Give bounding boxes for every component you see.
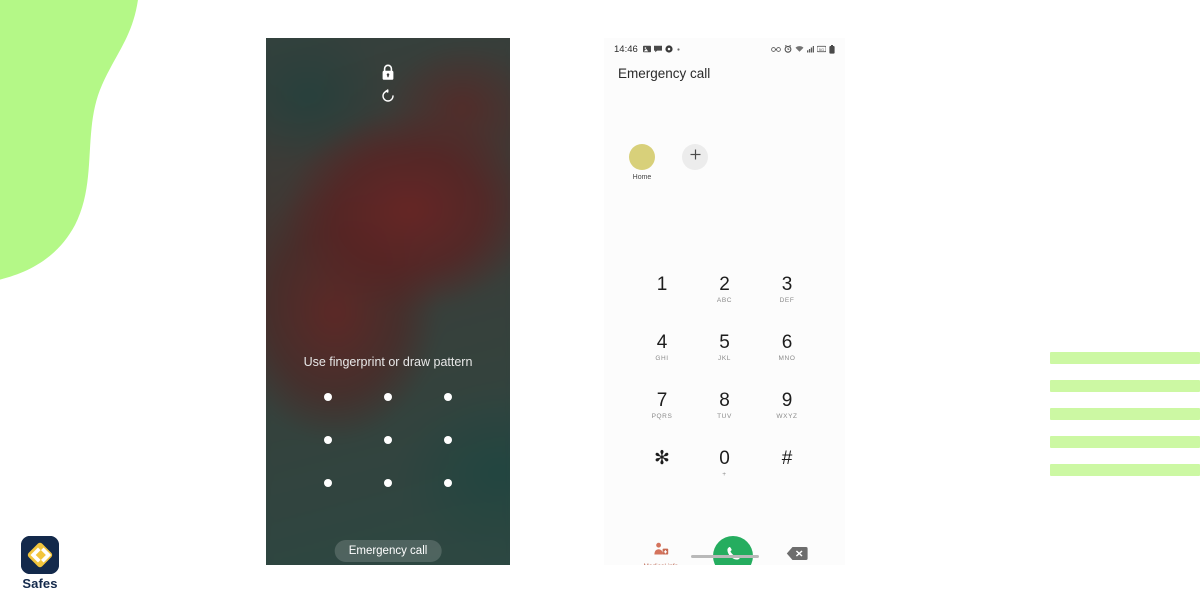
status-bar: 14:46 5G: [604, 38, 845, 60]
dialpad-key-3[interactable]: 3 DEF: [759, 266, 815, 314]
message-icon: [653, 45, 662, 53]
dialpad-key-digit: 3: [781, 274, 793, 295]
battery-icon: [829, 44, 835, 54]
dialpad-key-digit: 0: [719, 448, 730, 469]
medical-info-button[interactable]: Medical info: [632, 542, 690, 565]
dialpad-key-1[interactable]: 1: [634, 266, 690, 314]
dialpad-key-digit: 9: [781, 390, 793, 411]
pattern-row[interactable]: [324, 393, 452, 401]
backspace-icon: [786, 546, 808, 565]
glasses-icon: [771, 46, 781, 53]
pattern-dot-grid[interactable]: [266, 393, 510, 487]
contact-label: Home: [632, 174, 652, 181]
decor-bar: [1050, 352, 1200, 364]
rotate-refresh-icon[interactable]: [266, 88, 510, 104]
decor-bar: [1050, 436, 1200, 448]
dialpad-key-7[interactable]: 7 PQRS: [634, 382, 690, 430]
gesture-home-bar[interactable]: [690, 555, 759, 558]
pattern-dot[interactable]: [444, 393, 452, 401]
pattern-dot[interactable]: [444, 479, 452, 487]
dialpad-row: ✻ 0 + #: [634, 440, 815, 488]
safes-diamond-chevron-logo-icon: [21, 536, 59, 574]
image-icon: [642, 45, 651, 53]
status-bar-clock: 14:46: [614, 43, 638, 55]
svg-text:5G: 5G: [819, 47, 824, 52]
dialpad-row: 1 2 ABC 3 DEF: [634, 266, 815, 314]
dot-icon: [676, 47, 681, 52]
dialpad-key-letters: ABC: [716, 297, 733, 304]
dialpad-key-digit: 2: [719, 274, 730, 295]
dialpad-key-6[interactable]: 6 MNO: [759, 324, 815, 372]
page-title: Emergency call: [618, 66, 711, 81]
dialpad-key-digit: ✻: [654, 448, 670, 469]
dialpad-key-star[interactable]: ✻: [634, 440, 690, 488]
pattern-dot[interactable]: [384, 436, 392, 444]
dialpad-key-letters: JKL: [717, 355, 731, 362]
dialpad-key-digit: 5: [719, 332, 730, 353]
emergency-contacts-row: Home: [620, 144, 708, 181]
dialpad-key-letters: GHI: [655, 355, 669, 362]
status-bar-right: 5G: [771, 44, 835, 54]
dialpad-key-letters: PQRS: [651, 413, 673, 420]
dialpad-key-letters: +: [722, 471, 727, 478]
pattern-dot[interactable]: [324, 393, 332, 401]
dialpad-key-digit: 6: [781, 332, 793, 353]
pattern-dot[interactable]: [324, 479, 332, 487]
dialpad-key-9[interactable]: 9 WXYZ: [759, 382, 815, 430]
medical-person-icon: [653, 542, 669, 560]
dialpad-key-0[interactable]: 0 +: [697, 440, 753, 488]
decor-bar: [1050, 408, 1200, 420]
dialpad-key-8[interactable]: 8 TUV: [697, 382, 753, 430]
alarm-icon: [784, 44, 792, 53]
decor-bar: [1050, 464, 1200, 476]
decor-blob-top-left: [0, 0, 138, 280]
dialpad-key-letters: MNO: [778, 355, 796, 362]
pattern-dot[interactable]: [444, 436, 452, 444]
dialpad-key-digit: 1: [656, 274, 668, 295]
dialpad-key-4[interactable]: 4 GHI: [634, 324, 690, 372]
dialpad[interactable]: 1 2 ABC 3 DEF 4 GHI 5 JKL 6 MNO 7 PQRS 8…: [604, 266, 845, 498]
brand-logo: Safes: [12, 536, 68, 591]
dialpad-key-letters: DEF: [779, 297, 795, 304]
dialpad-key-digit: 7: [656, 390, 668, 411]
phone-lock-screen: Use fingerprint or draw pattern Emergenc…: [266, 38, 510, 565]
record-icon: [665, 45, 673, 53]
lock-closed-icon: [266, 64, 510, 81]
dialpad-key-2[interactable]: 2 ABC: [697, 266, 753, 314]
dialpad-key-digit: 8: [719, 390, 730, 411]
pattern-dot[interactable]: [384, 393, 392, 401]
lock-hint-text: Use fingerprint or draw pattern: [303, 355, 473, 369]
add-contact-button[interactable]: [682, 144, 708, 170]
decor-bar-group: [1050, 352, 1200, 492]
backspace-button[interactable]: [777, 546, 817, 565]
dialer-action-row: Medical info: [604, 536, 845, 565]
brand-name: Safes: [22, 576, 58, 591]
medical-info-label: Medical info: [632, 563, 690, 565]
dialpad-key-letters: WXYZ: [776, 413, 798, 420]
pattern-row[interactable]: [324, 436, 452, 444]
pattern-dot[interactable]: [384, 479, 392, 487]
call-button[interactable]: [713, 536, 754, 565]
dialpad-row: 4 GHI 5 JKL 6 MNO: [634, 324, 815, 372]
status-bar-left: 14:46: [614, 44, 681, 55]
dialpad-key-letters: TUV: [717, 413, 732, 420]
plus-icon: [689, 148, 702, 166]
lock-screen-top-icons: [266, 64, 510, 104]
decor-bar: [1050, 380, 1200, 392]
contact-avatar-icon[interactable]: [629, 144, 655, 170]
emergency-call-button[interactable]: Emergency call: [334, 540, 442, 562]
dialpad-key-digit: 4: [656, 332, 668, 353]
dialpad-row: 7 PQRS 8 TUV 9 WXYZ: [634, 382, 815, 430]
pattern-row[interactable]: [324, 479, 452, 487]
wifi-icon: [795, 45, 804, 53]
dialpad-key-hash[interactable]: #: [759, 440, 815, 488]
dialpad-key-5[interactable]: 5 JKL: [697, 324, 753, 372]
phone-emergency-dialer: 14:46 5G Emergency call Home 1 2 ABC 3 D…: [604, 38, 845, 565]
signal-alt-icon: 5G: [816, 45, 827, 53]
dialpad-key-digit: #: [781, 448, 793, 469]
contact-item-home[interactable]: Home: [620, 144, 664, 181]
signal-icon: [807, 45, 814, 53]
pattern-dot[interactable]: [324, 436, 332, 444]
